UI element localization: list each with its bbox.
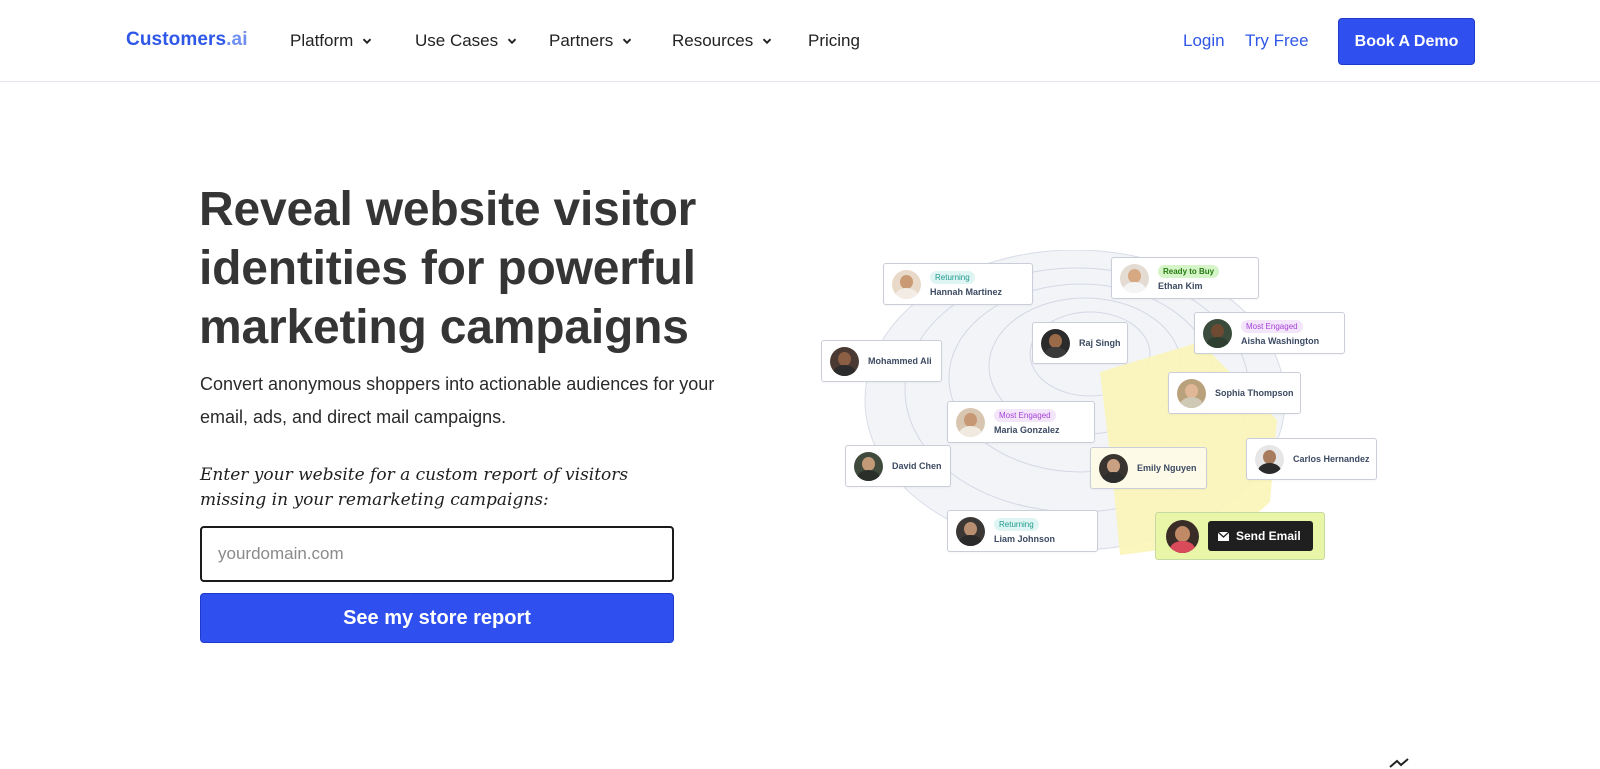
- login-link[interactable]: Login: [1183, 31, 1225, 51]
- avatar: [956, 516, 985, 546]
- chevron-down-icon: [507, 36, 517, 46]
- email-icon: [1218, 531, 1229, 541]
- hero-title: Reveal website visitor identities for po…: [199, 183, 697, 354]
- hero-subtitle: Convert anonymous shoppers into actionab…: [200, 374, 715, 427]
- avatar: [1099, 453, 1128, 483]
- avatar: [854, 451, 883, 481]
- avatar: [1120, 263, 1149, 293]
- nav-item-label: Resources: [672, 31, 754, 50]
- visitor-identity-illustration: Returning Hannah Martinez Ready to Buy Eth…: [815, 250, 1385, 580]
- nav-item-use-cases[interactable]: Use Cases: [415, 31, 517, 51]
- contact-name: Liam Johnson: [994, 534, 1056, 544]
- status-badge: Returning: [994, 518, 1039, 531]
- nav-item-pricing[interactable]: Pricing: [808, 31, 860, 51]
- nav-item-label: Use Cases: [415, 31, 499, 50]
- contact-name: Carlos Hernandez: [1293, 454, 1370, 464]
- status-badge: Returning: [930, 271, 975, 284]
- contact-name: Maria Gonzalez: [994, 425, 1060, 435]
- status-badge: Most Engaged: [994, 409, 1056, 422]
- nav-item-label: Partners: [549, 31, 614, 50]
- contact-card: Returning Liam Johnson: [947, 510, 1098, 552]
- contact-card: Most Engaged Maria Gonzalez: [947, 401, 1095, 443]
- contact-name: Raj Singh: [1079, 338, 1121, 348]
- nav-item-platform[interactable]: Platform: [290, 31, 372, 51]
- contact-name: Sophia Thompson: [1215, 388, 1294, 398]
- contact-name: Mohammed Ali: [868, 356, 932, 366]
- chevron-down-icon: [762, 36, 772, 46]
- contact-card: Returning Hannah Martinez: [883, 263, 1033, 305]
- avatar: [1203, 318, 1232, 348]
- contact-card: Emily Nguyen: [1090, 447, 1207, 489]
- domain-input[interactable]: [200, 526, 674, 582]
- decorative-check-mark: [1389, 758, 1409, 768]
- contact-name: Ethan Kim: [1158, 281, 1203, 291]
- avatar: [830, 346, 859, 376]
- send-email-button[interactable]: Send Email: [1208, 521, 1313, 551]
- contact-card: Ready to Buy Ethan Kim: [1111, 257, 1259, 299]
- contact-card: Mohammed Ali: [821, 340, 942, 382]
- nav-item-label: Platform: [290, 31, 354, 50]
- domain-prompt-label: Enter your website for a custom report o…: [200, 465, 629, 510]
- avatar: [1177, 378, 1206, 408]
- book-demo-button[interactable]: Book A Demo: [1338, 18, 1475, 65]
- avatar: [1041, 328, 1070, 358]
- contact-card: Sophia Thompson: [1168, 372, 1301, 414]
- contact-name: Hannah Martinez: [930, 287, 1003, 297]
- status-badge: Most Engaged: [1241, 320, 1303, 333]
- chevron-down-icon: [362, 36, 372, 46]
- send-email-card: Send Email: [1155, 512, 1325, 560]
- send-email-label: Send Email: [1236, 529, 1301, 543]
- avatar: [956, 407, 985, 437]
- status-badge: Ready to Buy: [1158, 265, 1220, 278]
- try-free-link[interactable]: Try Free: [1245, 31, 1309, 51]
- customers-ai-logo[interactable]: Customers.ai: [126, 29, 248, 51]
- nav-item-resources[interactable]: Resources: [672, 31, 772, 51]
- contact-card: David Chen: [845, 445, 951, 487]
- avatar: [1255, 444, 1284, 474]
- chevron-down-icon: [622, 36, 632, 46]
- contact-name: David Chen: [892, 461, 942, 471]
- nav-item-partners[interactable]: Partners: [549, 31, 632, 51]
- contact-name: Emily Nguyen: [1137, 463, 1197, 473]
- contact-card: Carlos Hernandez: [1246, 438, 1377, 480]
- top-navigation: Customers.ai Platform Use Cases Partners…: [0, 0, 1600, 82]
- contact-name: Aisha Washington: [1241, 336, 1320, 346]
- avatar: [1166, 519, 1199, 553]
- logo-main-text: Customers: [126, 29, 227, 50]
- see-store-report-button[interactable]: See my store report: [200, 593, 674, 643]
- logo-suffix-text: .ai: [226, 29, 248, 50]
- contact-card: Most Engaged Aisha Washington: [1194, 312, 1345, 354]
- nav-item-label: Pricing: [808, 31, 860, 50]
- avatar: [892, 269, 921, 299]
- contact-card: Raj Singh: [1032, 322, 1128, 364]
